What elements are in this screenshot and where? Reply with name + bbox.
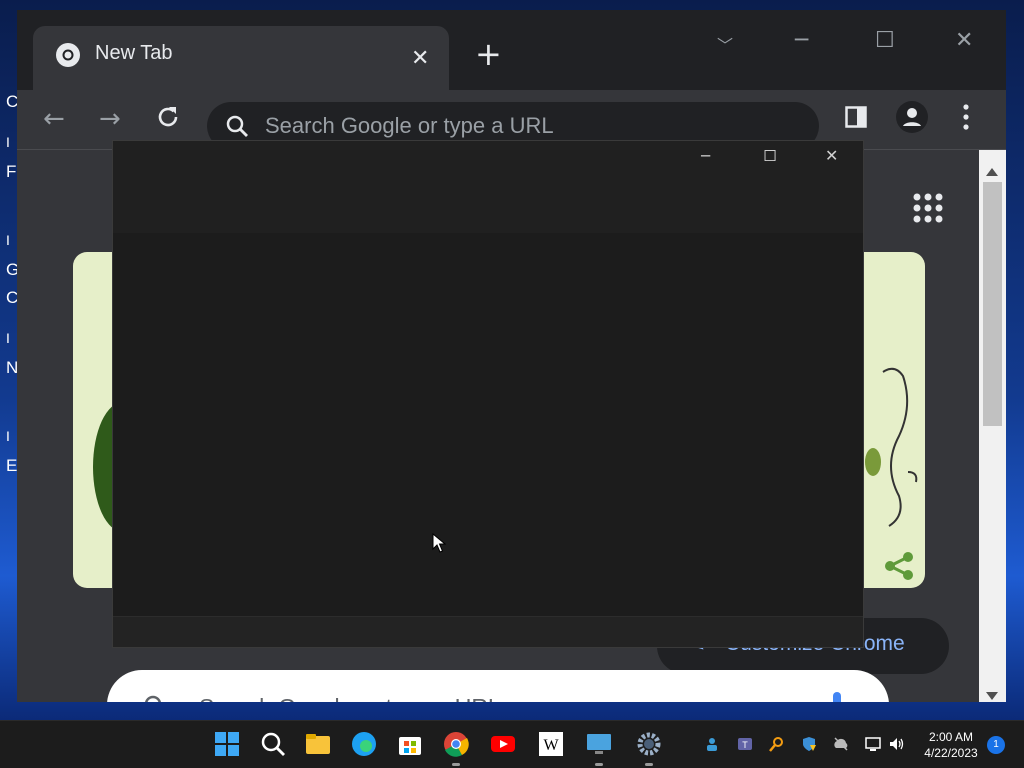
- svg-text:T: T: [742, 740, 748, 750]
- windows-start-icon[interactable]: [214, 731, 240, 757]
- kebab-menu-icon[interactable]: [963, 104, 969, 130]
- tray-teams-icon[interactable]: T: [737, 736, 753, 752]
- desktop-label-fragment: I: [6, 428, 10, 444]
- desktop-label-fragment: I: [6, 330, 10, 346]
- taskbar-search-icon[interactable]: [260, 731, 286, 757]
- clock-time: 2:00 AM: [928, 730, 974, 744]
- tray-magnifier-icon[interactable]: [769, 736, 785, 752]
- blank-dialog-window: ─ ◻ ✕: [112, 140, 864, 648]
- tray-network-icon[interactable]: [865, 736, 881, 752]
- youtube-icon[interactable]: [490, 731, 516, 757]
- reload-icon[interactable]: [155, 104, 181, 130]
- close-window-icon[interactable]: ✕: [955, 28, 973, 53]
- ntp-search-placeholder: Search Google or type a URL: [199, 694, 501, 702]
- google-apps-grid-icon[interactable]: [912, 192, 944, 224]
- maximize-icon[interactable]: ☐: [875, 28, 895, 53]
- ntp-search-box[interactable]: Search Google or type a URL: [107, 670, 889, 702]
- settings-running-indicator: [645, 763, 653, 766]
- desktop-icon-labels: C I F I G C I N I E: [0, 80, 19, 500]
- edge-browser-icon[interactable]: [351, 731, 377, 757]
- remote-desktop-icon[interactable]: [586, 731, 612, 757]
- scroll-down-arrow-icon[interactable]: [986, 692, 998, 700]
- dialog-footer: [113, 616, 863, 647]
- voice-search-mic-icon[interactable]: [829, 692, 845, 702]
- dialog-minimize-icon[interactable]: ─: [701, 147, 710, 165]
- dialog-body: [113, 233, 863, 616]
- mouse-cursor-icon: [432, 533, 446, 553]
- chrome-running-indicator: [452, 763, 460, 766]
- minimize-icon[interactable]: ─: [795, 28, 808, 53]
- profile-avatar-icon[interactable]: [895, 100, 929, 134]
- tray-volume-icon[interactable]: [889, 736, 905, 752]
- tab-search-chevron-icon[interactable]: ﹀: [717, 32, 733, 56]
- tray-onedrive-icon[interactable]: [833, 736, 849, 752]
- notification-badge[interactable]: 1: [987, 736, 1005, 754]
- new-tab-button[interactable]: +: [475, 38, 502, 70]
- desktop-label-fragment: F: [6, 162, 17, 181]
- dialog-close-icon[interactable]: ✕: [825, 146, 838, 165]
- desktop-label-fragment: E: [6, 456, 18, 475]
- doodle-bear-illustration: [865, 367, 918, 527]
- dialog-maximize-icon[interactable]: ◻: [763, 145, 777, 165]
- taskbar: W T 2:00 AM 4/22/2023 1: [0, 720, 1024, 768]
- search-icon: [226, 115, 248, 137]
- desktop-label-fragment: I: [6, 232, 10, 248]
- microsoft-store-icon[interactable]: [397, 731, 423, 757]
- tray-security-shield-icon[interactable]: [801, 736, 817, 752]
- chrome-taskbar-icon[interactable]: [443, 731, 469, 757]
- forward-arrow-icon[interactable]: →: [99, 104, 121, 134]
- tab-close-icon[interactable]: ✕: [411, 46, 429, 71]
- chrome-titlebar: New Tab ✕ + ﹀ ─ ☐ ✕: [17, 10, 1006, 90]
- chrome-icon: [56, 43, 80, 67]
- ntp-search-icon: [144, 695, 162, 702]
- desktop-label-fragment: I: [6, 134, 10, 150]
- side-panel-icon[interactable]: [845, 106, 867, 128]
- scroll-up-arrow-icon[interactable]: [986, 168, 998, 176]
- settings-gear-icon[interactable]: [636, 731, 662, 757]
- page-scrollbar[interactable]: [979, 150, 1006, 702]
- tray-network-people-icon[interactable]: [704, 736, 720, 752]
- system-clock[interactable]: 2:00 AM 4/22/2023: [918, 729, 984, 761]
- tab-new-tab[interactable]: New Tab ✕: [33, 26, 449, 90]
- tab-title: New Tab: [95, 42, 173, 64]
- wikipedia-icon[interactable]: W: [538, 731, 564, 757]
- file-explorer-icon[interactable]: [305, 731, 331, 757]
- remote-desktop-running-indicator: [595, 763, 603, 766]
- scroll-thumb[interactable]: [983, 182, 1002, 426]
- share-icon[interactable]: [883, 550, 915, 582]
- svg-text:W: W: [543, 737, 559, 754]
- back-arrow-icon[interactable]: ←: [43, 104, 65, 134]
- clock-date: 4/22/2023: [924, 746, 978, 760]
- omnibox-placeholder: Search Google or type a URL: [265, 113, 554, 138]
- dialog-titlebar: ─ ◻ ✕: [113, 141, 863, 233]
